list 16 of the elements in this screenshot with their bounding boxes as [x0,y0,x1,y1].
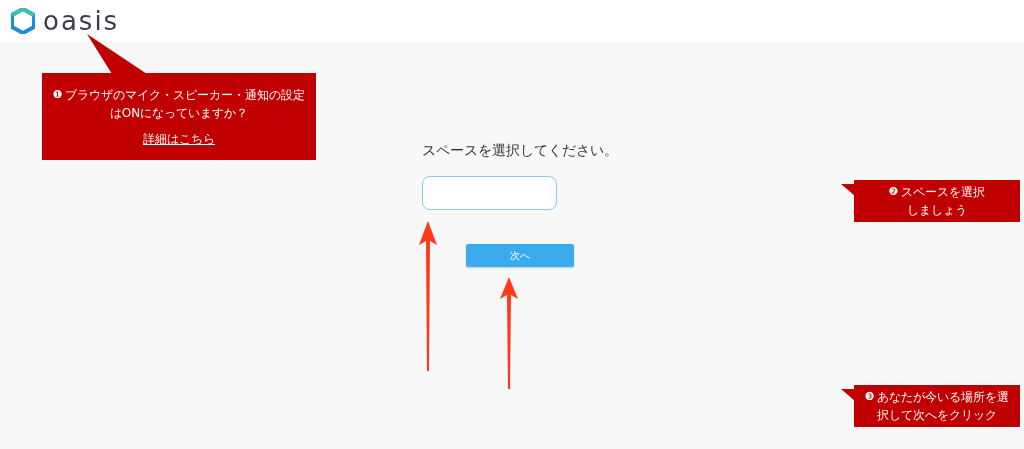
details-link[interactable]: 詳細はこちら [143,129,215,148]
arrow-icon [499,277,519,389]
callout-text: はONになっていますか？ [109,104,249,122]
callout-text: しましょう [907,202,967,219]
callout-text: ブラウザのマイク・スピーカー・通知の設定 [65,86,306,104]
hexagon-logo-icon [11,8,35,34]
arrow-icon [418,221,438,371]
callout-text: スペースを選択 [901,184,986,201]
callout-text: 択して次へをクリック [877,407,997,424]
space-select-field[interactable] [422,176,557,210]
step-number: ❷ [888,184,899,200]
logo-text: oasis [43,8,120,34]
callout-text: あなたが今いる場所を選 [877,389,1010,406]
prompt-text: スペースを選択してください。 [422,142,618,160]
step-number: ❸ [864,389,875,405]
step-number: ❶ [52,86,63,103]
